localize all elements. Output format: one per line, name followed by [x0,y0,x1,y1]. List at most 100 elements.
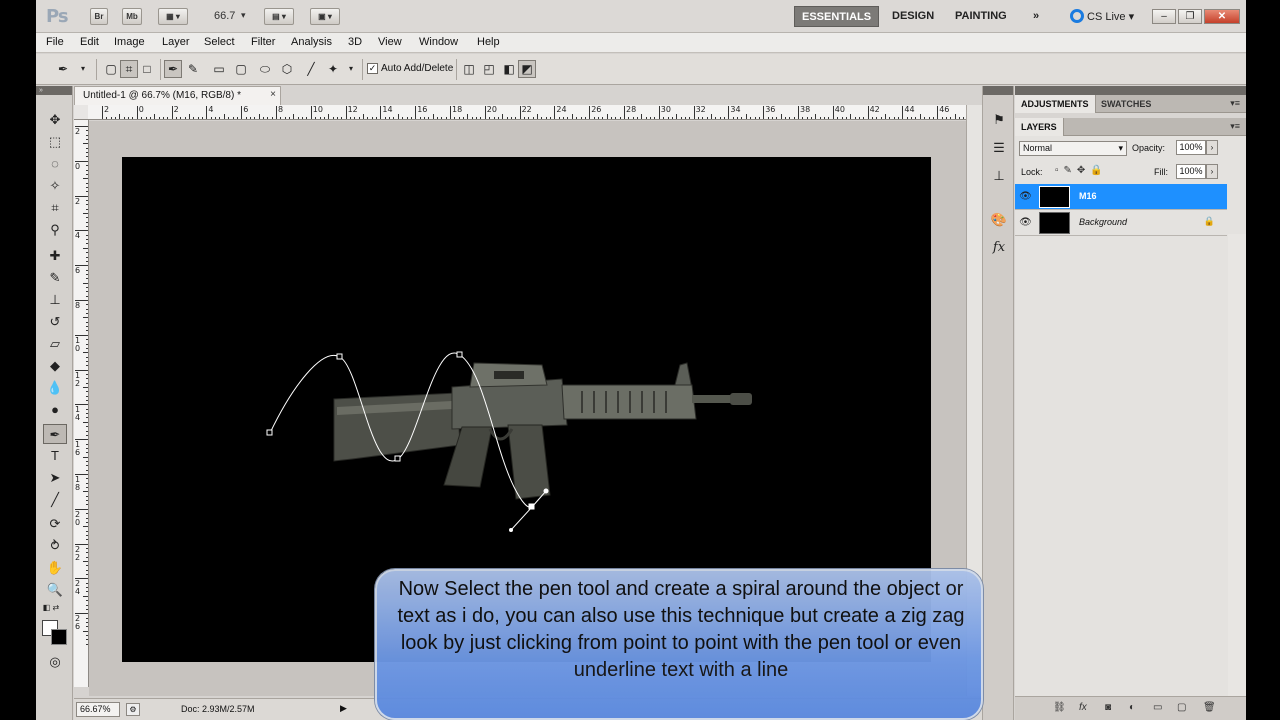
fill-slider-icon[interactable]: › [1206,164,1218,179]
blur-tool-icon[interactable]: 💧 [43,378,67,398]
move-tool-icon[interactable]: ✥ [43,110,67,130]
anchor-point[interactable] [456,351,463,358]
type-tool-icon[interactable]: T [43,446,67,466]
exclude-overlapping-areas-button[interactable]: ◩ [518,60,536,78]
menu-window[interactable]: Window [419,36,458,48]
actions-panel-icon[interactable]: ☰ [989,138,1009,158]
new-layer-icon[interactable]: ▢ [1177,702,1186,713]
direction-handle[interactable] [509,528,513,532]
add-mask-icon[interactable]: ◙ [1105,702,1111,713]
auto-add-delete-checkbox[interactable]: ✓ [367,63,378,74]
line-tool-option[interactable]: ╱ [302,60,320,78]
paths-mode-button[interactable]: ⌗ [120,60,138,78]
visibility-eye-icon[interactable]: 👁 [1019,216,1032,229]
geometry-options-icon[interactable]: ▾ [342,60,360,78]
arrange-documents-button[interactable]: ▤ ▾ [264,8,294,25]
lock-options[interactable]: ▫✎✥🔒 [1055,165,1108,176]
layers-scrollbar[interactable] [1228,234,1246,720]
layers-panel-menu-icon[interactable]: ▾≡ [1230,121,1240,132]
panels-header[interactable] [1015,86,1246,95]
eraser-tool-icon[interactable]: ▱ [43,334,67,354]
menu-filter[interactable]: Filter [251,36,275,48]
view-extras-button[interactable]: ▦ ▾ [158,8,188,25]
fill-pixels-mode-button[interactable]: □ [138,60,156,78]
fill-field[interactable]: 100% [1176,164,1206,179]
close-document-icon[interactable]: × [270,89,276,100]
custom-shape-option[interactable]: ✦ [324,60,342,78]
menu-view[interactable]: View [378,36,402,48]
horizontal-ruler[interactable]: 2 0 2 4 6 8 10 12 14 16 18 20 22 24 26 28 30 32 34 36 38 40 42… [88,105,966,120]
history-panel-icon[interactable]: ⚑ [989,110,1009,130]
layer-row-background[interactable]: 👁 Background 🔒 [1015,210,1227,236]
brush-tool-icon[interactable]: ✎ [43,268,67,288]
healing-brush-tool-icon[interactable]: ✚ [43,246,67,266]
status-menu-icon[interactable]: ▶ [340,703,347,714]
workspace-design[interactable]: DESIGN [885,6,941,27]
workspace-essentials[interactable]: ESSENTIALS [794,6,880,27]
tools-panel-header[interactable]: » [36,86,72,95]
ellipse-tool-option[interactable]: ⬭ [256,60,274,78]
screen-mode-button[interactable]: ▣ ▾ [310,8,340,25]
zoom-field[interactable]: 66.67% [76,702,120,717]
panel-menu-icon[interactable]: ▾≡ [1230,98,1240,109]
subtract-path-area-button[interactable]: ◰ [480,60,498,78]
anchor-point[interactable] [266,429,273,436]
intersect-path-areas-button[interactable]: ◧ [500,60,518,78]
zoom-dropdown-icon[interactable]: ▾ [241,10,246,21]
hand-tool-icon[interactable]: ✋ [43,558,67,578]
tab-adjustments[interactable]: ADJUSTMENTS [1015,95,1096,113]
menu-layer[interactable]: Layer [162,36,190,48]
polygon-tool-option[interactable]: ⬡ [278,60,296,78]
menu-image[interactable]: Image [114,36,145,48]
pen-tool-icon[interactable]: ✒ [43,424,67,444]
menu-edit[interactable]: Edit [80,36,99,48]
rounded-rectangle-option[interactable]: ▢ [232,60,250,78]
clone-source-panel-icon[interactable]: ⊥ [989,166,1009,186]
clone-stamp-tool-icon[interactable]: ⊥ [43,290,67,310]
ruler-origin[interactable] [74,105,89,120]
path-selection-tool-icon[interactable]: ➤ [43,468,67,488]
launch-bridge-button[interactable]: Br [90,8,108,25]
color-panel-icon[interactable]: 🎨 [989,210,1009,230]
more-workspaces-icon[interactable]: » [1026,6,1046,27]
eyedropper-tool-icon[interactable]: ⚲ [43,220,67,240]
blend-mode-select[interactable]: Normal [1019,141,1127,156]
dock-header[interactable] [983,86,1013,95]
visibility-eye-icon[interactable]: 👁 [1019,190,1032,203]
default-colors-icon[interactable]: ◧ ⇄ [39,598,63,618]
quick-mask-icon[interactable]: ◎ [43,652,67,672]
minimize-button[interactable]: – [1152,9,1176,24]
opacity-slider-icon[interactable]: › [1206,140,1218,155]
3d-orbit-tool-icon[interactable]: ⥁ [43,536,67,556]
menu-file[interactable]: File [46,36,64,48]
close-button[interactable]: ✕ [1204,9,1240,24]
rectangle-tool-option[interactable]: ▭ [210,60,228,78]
tab-swatches[interactable]: SWATCHES [1095,95,1157,113]
launch-mini-bridge-button[interactable]: Mb [122,8,142,25]
paint-bucket-tool-icon[interactable]: ◆ [43,356,67,376]
add-to-path-area-button[interactable]: ◫ [460,60,478,78]
dodge-tool-icon[interactable]: ● [43,400,67,420]
zoom-level[interactable]: 66.7 [214,10,235,22]
menu-select[interactable]: Select [204,36,235,48]
pen-tool-option[interactable]: ✒ [164,60,182,78]
zoom-tool-icon[interactable]: 🔍 [43,580,67,600]
freeform-pen-option[interactable]: ✎ [184,60,202,78]
lasso-tool-icon[interactable]: ◌ [43,154,67,174]
line-shape-tool-icon[interactable]: ╱ [43,490,67,510]
tab-layers[interactable]: LAYERS [1015,118,1064,136]
selected-anchor-point[interactable] [528,503,535,510]
tool-preset-picker[interactable]: ✒ [54,60,72,78]
styles-panel-icon[interactable]: fx [989,238,1009,258]
menu-analysis[interactable]: Analysis [291,36,332,48]
menu-3d[interactable]: 3D [348,36,362,48]
tool-preset-dropdown-icon[interactable]: ▾ [74,60,92,78]
document-tab[interactable]: Untitled-1 @ 66.7% (M16, RGB/8) * × [74,86,281,105]
status-settings-icon[interactable]: ⚙ [126,703,140,716]
new-group-icon[interactable]: ▭ [1153,702,1162,713]
crop-tool-icon[interactable]: ⌗ [43,198,67,218]
opacity-field[interactable]: 100% [1176,140,1206,155]
anchor-point[interactable] [336,353,343,360]
direction-handle[interactable] [543,488,549,494]
background-color-swatch[interactable] [51,629,67,645]
